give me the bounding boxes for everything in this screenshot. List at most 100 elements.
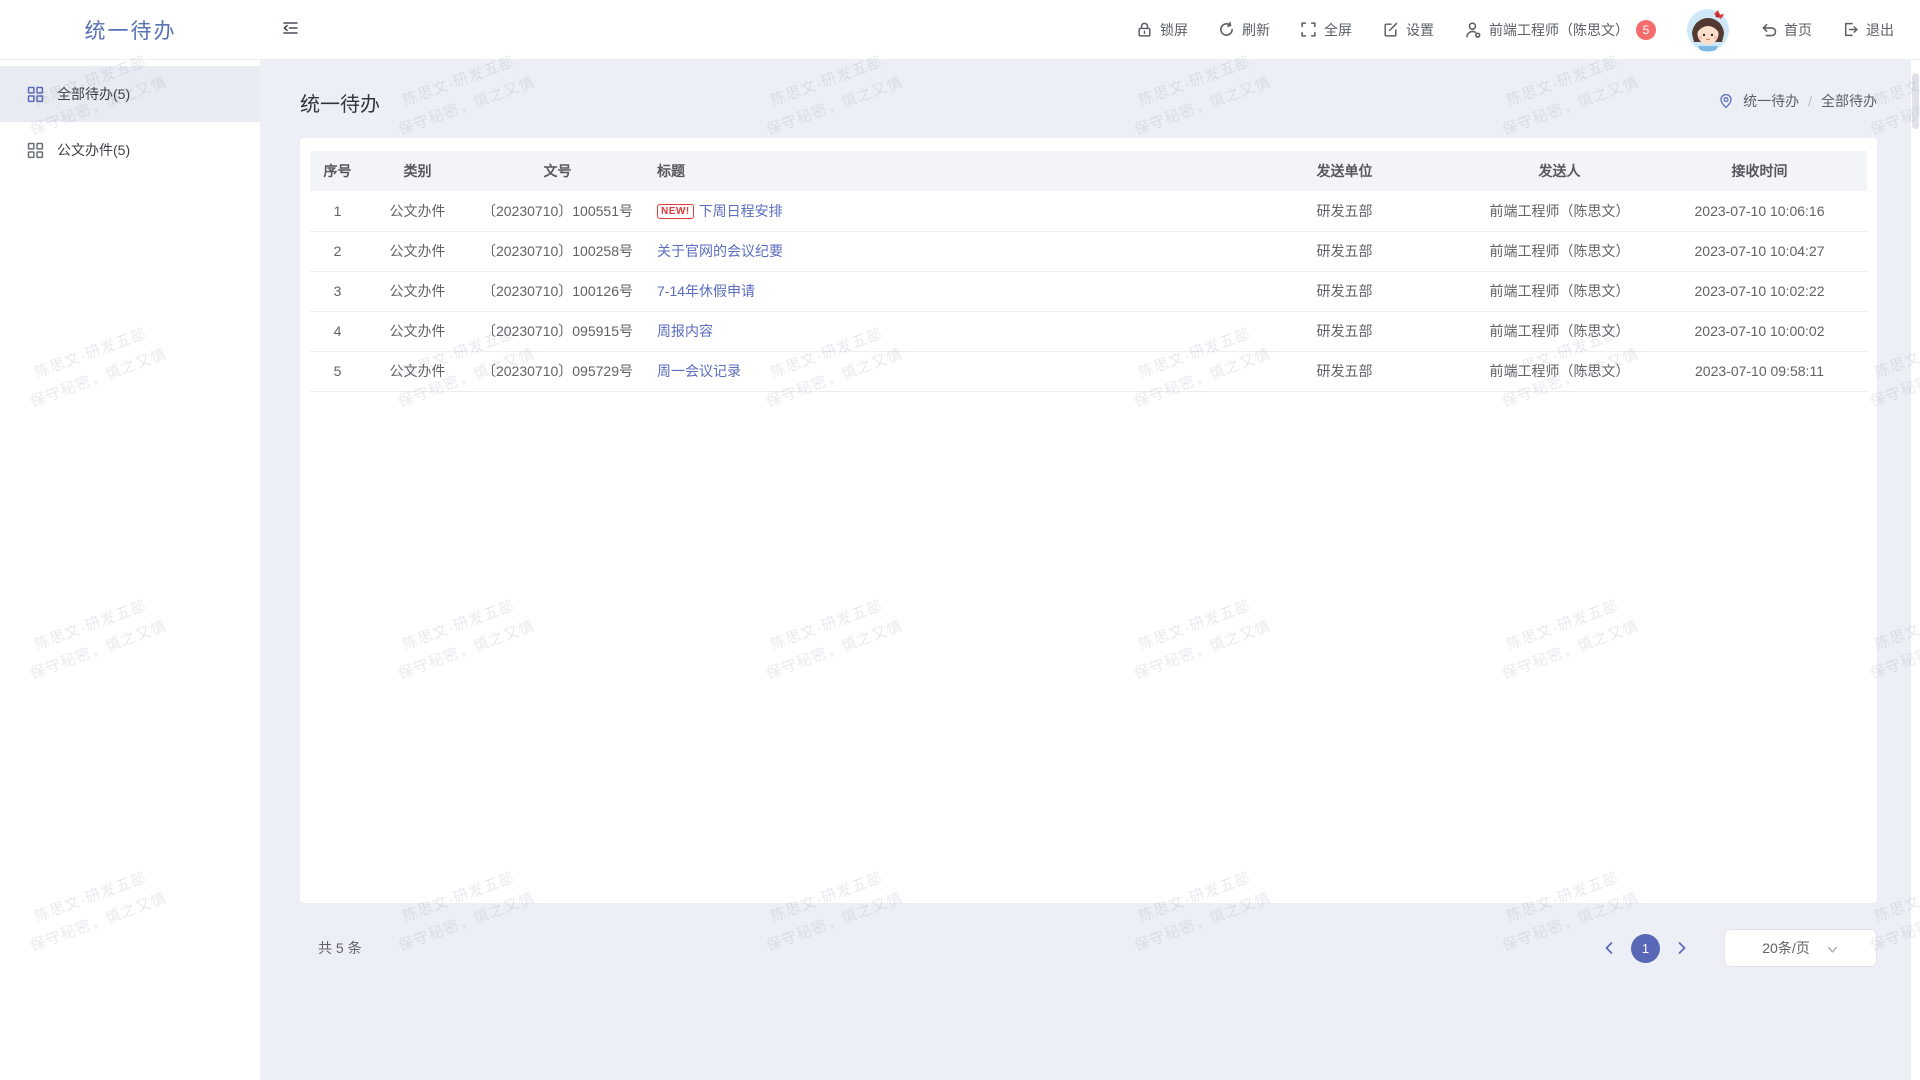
fold-icon [281,19,299,40]
cell-title: 关于官网的会议纪要 [645,231,1222,271]
fullscreen-button[interactable]: 全屏 [1300,20,1352,40]
app-logo-title: 统一待办 [0,15,261,45]
cell-time: 2023-07-10 10:06:16 [1652,191,1867,231]
cell-title: 周一会议记录 [645,351,1222,391]
todo-table-card: 序号 类别 文号 标题 发送单位 发送人 接收时间 1 公文办件 [300,138,1877,903]
user-avatar[interactable] [1686,8,1730,52]
col-header-category: 类别 [365,151,470,191]
cell-time: 2023-07-10 09:58:11 [1652,351,1867,391]
breadcrumb-root[interactable]: 统一待办 [1743,91,1799,111]
cell-seq: 2 [310,231,365,271]
doc-title-link[interactable]: 关于官网的会议纪要 [657,243,783,259]
settings-button[interactable]: 设置 [1382,20,1434,40]
lock-screen-label: 锁屏 [1160,20,1188,40]
cell-time: 2023-07-10 10:04:27 [1652,231,1867,271]
doc-title-link[interactable]: 周报内容 [657,323,713,339]
sidebar-item-official-doc[interactable]: 公文办件(5) [0,122,260,178]
lock-screen-button[interactable]: 锁屏 [1136,20,1188,40]
logout-label: 退出 [1866,20,1894,40]
cell-doc-no: 〔20230710〕100126号 [470,271,645,311]
settings-edit-icon [1382,21,1399,38]
cell-unit: 研发五部 [1222,231,1467,271]
refresh-icon [1218,21,1235,38]
cell-category: 公文办件 [365,311,470,351]
col-header-sender: 发送人 [1467,151,1652,191]
location-pin-icon [1718,93,1734,109]
table-header-row: 序号 类别 文号 标题 发送单位 发送人 接收时间 [310,151,1867,191]
prev-page-button[interactable] [1599,937,1619,959]
top-header: 统一待办 锁屏 [0,0,1920,60]
grid-icon [27,86,44,103]
topbar-actions: 锁屏 刷新 [1136,8,1920,52]
table-row: 3 公文办件 〔20230710〕100126号 7-14年休假申请 研发五部 … [310,271,1867,311]
app-root: 统一待办 锁屏 [0,0,1920,1080]
table-row: 4 公文办件 〔20230710〕095915号 周报内容 研发五部 前端工程师… [310,311,1867,351]
col-header-doc-no: 文号 [470,151,645,191]
logout-icon [1842,21,1859,38]
refresh-label: 刷新 [1242,20,1270,40]
fullscreen-icon [1300,21,1317,38]
refresh-button[interactable]: 刷新 [1218,20,1270,40]
cell-title: 周报内容 [645,311,1222,351]
user-icon [1464,21,1482,39]
table-row: 1 公文办件 〔20230710〕100551号 NEW!下周日程安排 研发五部… [310,191,1867,231]
cell-unit: 研发五部 [1222,271,1467,311]
cell-category: 公文办件 [365,351,470,391]
cell-category: 公文办件 [365,271,470,311]
cell-sender: 前端工程师（陈思文） [1467,271,1652,311]
table-row: 2 公文办件 〔20230710〕100258号 关于官网的会议纪要 研发五部 … [310,231,1867,271]
sidebar-collapse-button[interactable] [281,19,299,40]
cell-unit: 研发五部 [1222,311,1467,351]
cell-sender: 前端工程师（陈思文） [1467,231,1652,271]
cell-sender: 前端工程师（陈思文） [1467,351,1652,391]
cell-title: NEW! 下周日程安排 [645,191,1222,231]
col-header-time: 接收时间 [1652,151,1867,191]
chevron-down-icon [1826,943,1839,956]
col-header-seq: 序号 [310,151,365,191]
cell-time: 2023-07-10 10:02:22 [1652,271,1867,311]
col-header-title: 标题 [645,151,1222,191]
doc-title-link[interactable]: 7-14年休假申请 [657,283,755,299]
sidebar-item-label: 公文办件(5) [57,140,130,160]
new-badge: NEW! [657,204,694,219]
cell-seq: 3 [310,271,365,311]
home-label: 首页 [1784,20,1812,40]
total-count-text: 共 5 条 [318,938,362,958]
page-title: 统一待办 [300,88,380,117]
doc-title-link[interactable]: 下周日程安排 [699,203,783,219]
scrollbar-thumb[interactable] [1912,73,1919,129]
logout-button[interactable]: 退出 [1842,20,1894,40]
cell-category: 公文办件 [365,231,470,271]
todo-count-badge: 5 [1636,20,1656,40]
cell-seq: 5 [310,351,365,391]
username-text: 前端工程师（陈思文） [1489,20,1629,40]
breadcrumb-separator: / [1808,93,1812,109]
fullscreen-label: 全屏 [1324,20,1352,40]
cell-title: 7-14年休假申请 [645,271,1222,311]
breadcrumb: 统一待办 / 全部待办 [1718,91,1877,111]
cell-seq: 1 [310,191,365,231]
cell-doc-no: 〔20230710〕095729号 [470,351,645,391]
cell-doc-no: 〔20230710〕100551号 [470,191,645,231]
table-footer: 共 5 条 1 20条/页 [300,929,1877,967]
page-size-select[interactable]: 20条/页 [1724,929,1877,967]
cell-unit: 研发五部 [1222,351,1467,391]
doc-title-link[interactable]: 周一会议记录 [657,363,741,379]
pagination: 1 20条/页 [1599,929,1877,967]
current-page-button[interactable]: 1 [1631,934,1660,963]
table-row: 5 公文办件 〔20230710〕095729号 周一会议记录 研发五部 前端工… [310,351,1867,391]
grid-icon [27,142,44,159]
cell-doc-no: 〔20230710〕100258号 [470,231,645,271]
cell-category: 公文办件 [365,191,470,231]
current-user-button[interactable]: 前端工程师（陈思文） 5 [1464,20,1656,40]
page-scrollbar [1911,60,1920,1080]
cell-sender: 前端工程师（陈思文） [1467,311,1652,351]
cell-time: 2023-07-10 10:00:02 [1652,311,1867,351]
next-page-button[interactable] [1672,937,1692,959]
todo-table: 序号 类别 文号 标题 发送单位 发送人 接收时间 1 公文办件 [310,151,1867,392]
sidebar-item-all-todo[interactable]: 全部待办(5) [0,66,260,122]
page-size-value: 20条/页 [1762,938,1809,958]
home-button[interactable]: 首页 [1760,20,1812,40]
breadcrumb-current[interactable]: 全部待办 [1821,91,1877,111]
settings-label: 设置 [1406,20,1434,40]
